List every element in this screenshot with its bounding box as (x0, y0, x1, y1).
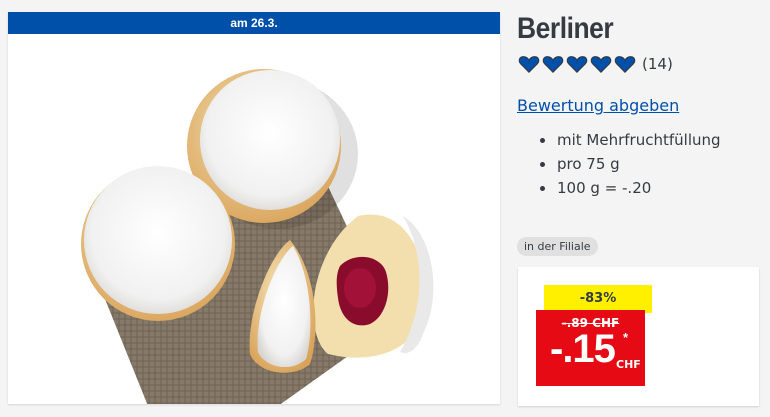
feature-list: mit Mehrfruchtfüllung pro 75 g 100 g = -… (520, 128, 721, 200)
heart-icon (542, 56, 564, 73)
feature-item: 100 g = -.20 (520, 176, 721, 200)
date-banner: am 26.3. (8, 12, 500, 34)
discount-badge: -83% (544, 285, 652, 313)
price-box: -.89 CHF -.15 * CHF (536, 310, 645, 386)
feature-item: mit Mehrfruchtfüllung (520, 128, 721, 152)
price-asterisk: * (623, 330, 629, 345)
price-card: -83% -.89 CHF -.15 * CHF (518, 267, 759, 406)
feature-item: pro 75 g (520, 152, 721, 176)
product-image[interactable] (8, 34, 500, 404)
heart-icon (518, 56, 540, 73)
product-image-card[interactable]: am 26.3. (8, 12, 500, 404)
product-title: Berliner (517, 12, 614, 45)
currency-label: CHF (616, 358, 641, 371)
heart-icon (614, 56, 636, 73)
rate-product-link[interactable]: Bewertung abgeben (517, 96, 679, 115)
current-price: -.15 (550, 327, 616, 371)
availability-badge: in der Filiale (517, 237, 598, 256)
rating-count: (14) (642, 55, 673, 73)
heart-icon (590, 56, 612, 73)
heart-icon (566, 56, 588, 73)
rating[interactable]: (14) (518, 54, 673, 74)
